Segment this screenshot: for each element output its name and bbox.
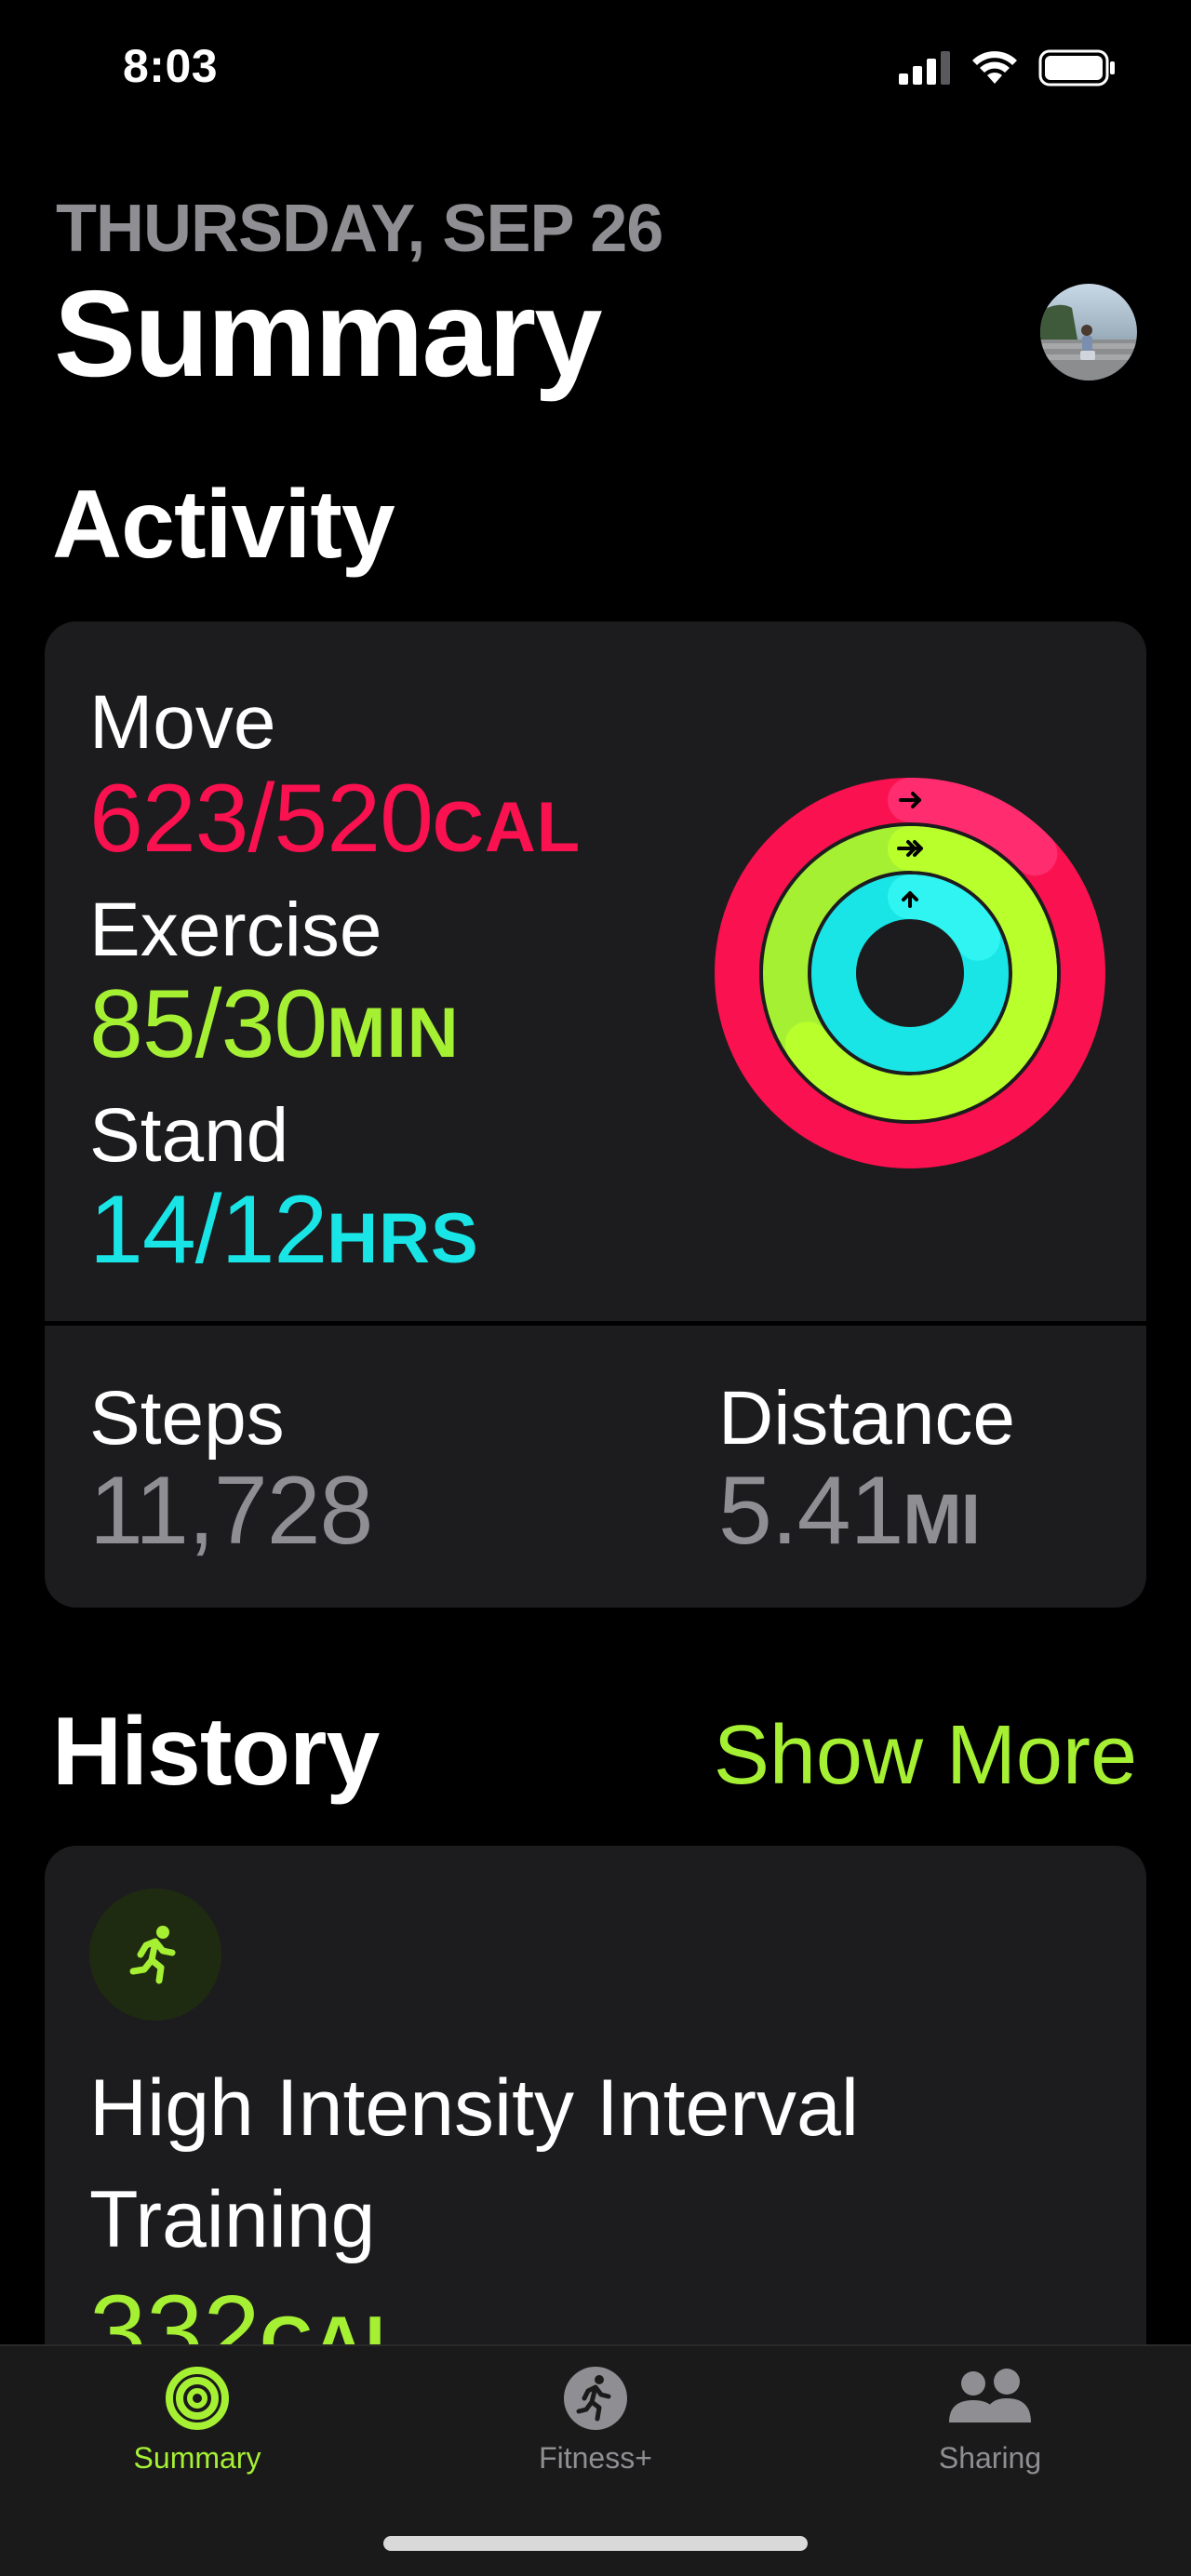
workout-name: High Intensity Interval Training [89,2063,859,2264]
tab-sharing-label: Sharing [938,2441,1042,2475]
cellular-signal-icon [899,51,950,85]
exercise-label: Exercise [89,888,382,972]
distance-label: Distance [718,1376,1016,1461]
tab-fitness-plus-label: Fitness+ [539,2441,652,2475]
history-section-title: History [52,1698,380,1806]
card-divider [45,1321,1146,1326]
exercise-value: 85/30MIN [89,976,460,1073]
move-unit: CAL [432,788,582,867]
profile-avatar[interactable] [1040,284,1137,380]
stand-label: Stand [89,1093,289,1178]
activity-section-title: Activity [52,471,395,579]
stand-value: 14/12HRS [89,1181,479,1278]
tab-summary-label: Summary [133,2441,261,2475]
page-title: Summary [54,265,603,402]
stand-value-number: 14/12 [89,1176,328,1284]
people-icon [949,2369,1031,2423]
activity-card[interactable]: Move 623/520CAL Exercise 85/30MIN Stand … [45,621,1146,1608]
distance-value-number: 5.41 [718,1457,903,1565]
activity-rings-icon [166,2367,229,2430]
steps-value: 11,728 [89,1457,373,1565]
status-time: 8:03 [123,40,219,92]
exercise-unit: MIN [327,994,460,1073]
wifi-icon [972,51,1017,84]
running-figure-icon [129,1926,176,1984]
move-value-number: 623/520 [89,765,434,873]
steps-label: Steps [89,1376,285,1461]
activity-rings[interactable] [715,778,1105,1168]
distance-value: 5.41MI [718,1462,981,1559]
status-bar: 8:03 [0,0,1191,130]
workout-icon-badge [89,1889,221,2021]
distance-unit: MI [903,1480,980,1559]
move-label: Move [89,680,276,765]
move-value: 623/520CAL [89,770,581,867]
tab-fitness-plus[interactable]: Fitness+ [484,2365,707,2476]
show-more-link[interactable]: Show More [714,1708,1137,1804]
tab-summary[interactable]: Summary [86,2365,309,2476]
avatar-photo [1040,284,1137,380]
battery-icon [1038,49,1115,87]
exercise-value-number: 85/30 [89,970,328,1078]
fitness-plus-icon [564,2367,627,2430]
date-label: THURSDAY, SEP 26 [56,192,663,266]
home-indicator[interactable] [383,2536,808,2551]
status-icons [899,45,1117,91]
stand-unit: HRS [327,1199,479,1278]
tab-sharing[interactable]: Sharing [878,2365,1102,2476]
